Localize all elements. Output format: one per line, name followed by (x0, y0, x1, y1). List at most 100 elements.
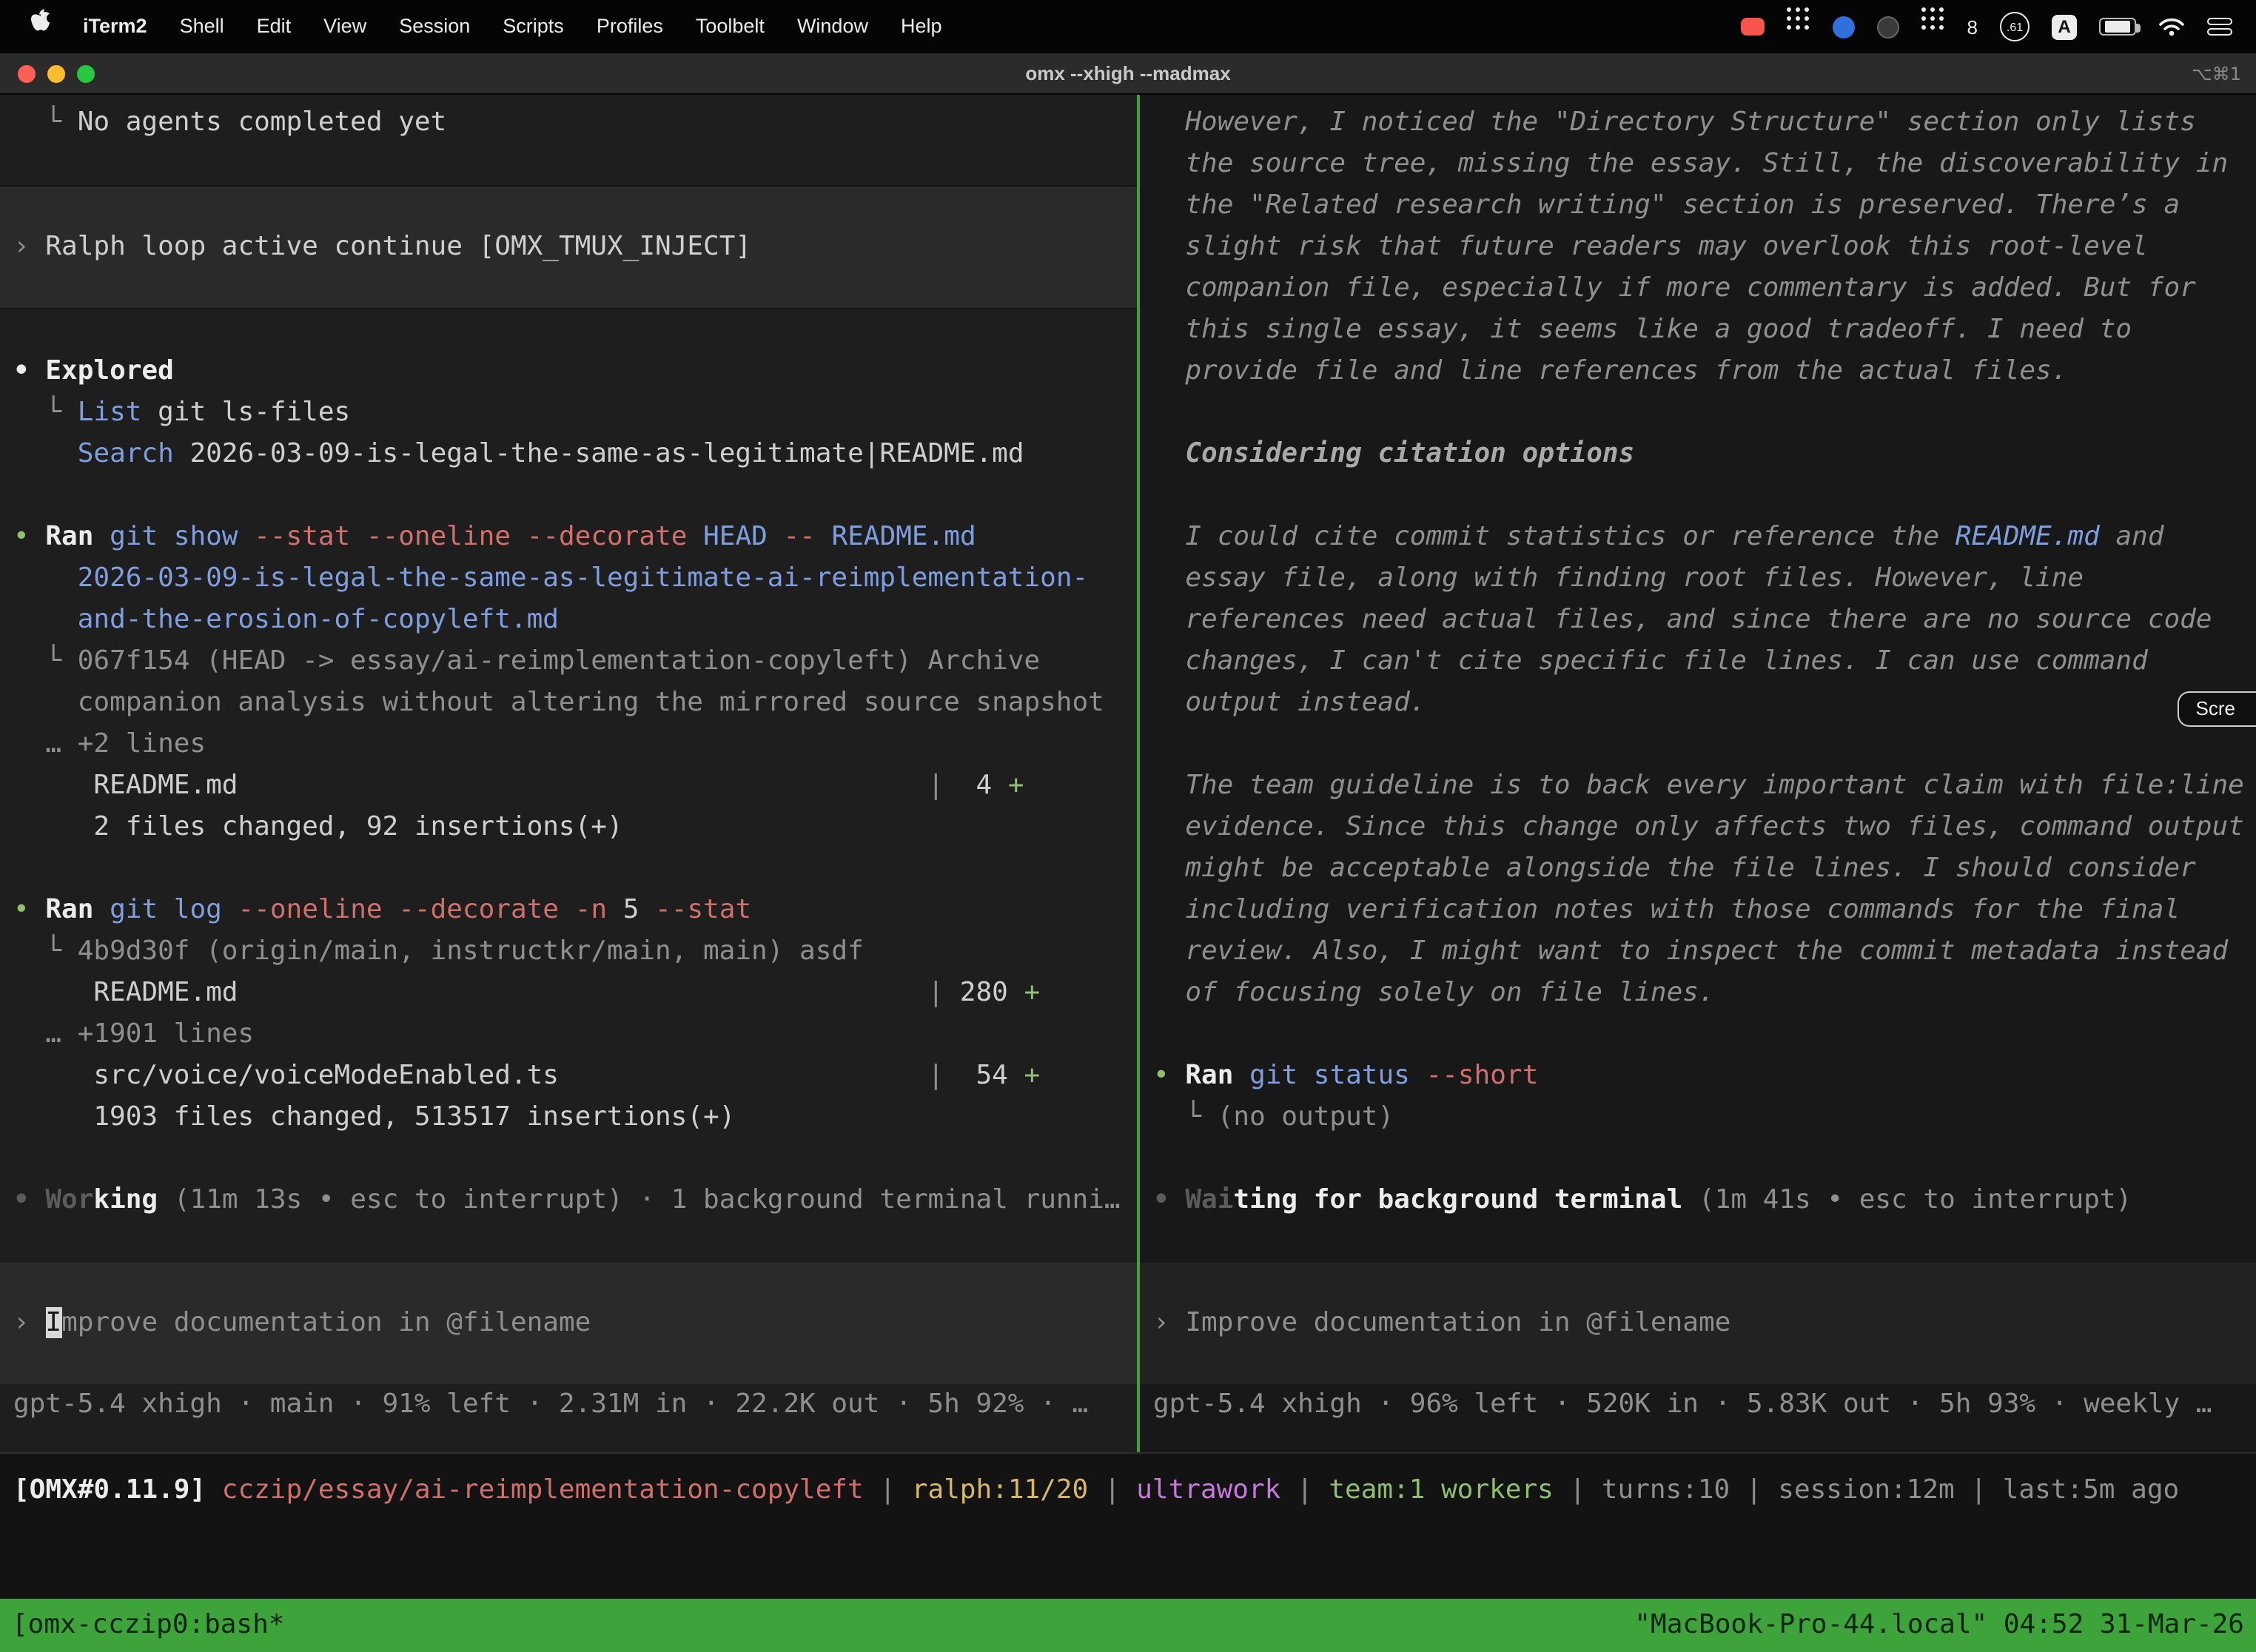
menu-view[interactable]: View (307, 0, 383, 53)
text-run (13, 604, 78, 635)
terminal-line (1140, 1014, 2256, 1055)
text-run: However, I noticed the "Directory Struct… (1153, 107, 2196, 138)
text-run: gpt-5.4 xhigh · 96% left · 520K in · 5.8… (1153, 1389, 2212, 1420)
menu-profiles[interactable]: Profiles (580, 0, 679, 53)
menu-edit[interactable]: Edit (241, 0, 308, 53)
menu-shell[interactable]: Shell (164, 0, 241, 53)
terminal-line: 2026-03-09-is-legal-the-same-as-legitima… (0, 558, 1137, 600)
menu-toolbelt[interactable]: Toolbelt (679, 0, 781, 53)
control-center-icon[interactable] (2207, 18, 2232, 36)
text-run: changes, I can't cite specific file line… (1153, 645, 2148, 676)
text-run: Improve documentation in @filename (1185, 1307, 1730, 1338)
dark-app-icon[interactable] (1877, 16, 1899, 38)
menu-window[interactable]: Window (781, 0, 884, 53)
text-run: including verification notes with those … (1153, 894, 2180, 925)
text-run: git show (110, 521, 238, 552)
text-run: README.md (1955, 521, 2100, 552)
terminal-line: src/voice/voiceModeEnabled.ts | 54 + (0, 1055, 1137, 1097)
text-run: (11m 13s • esc to interrupt) (174, 1184, 623, 1215)
text-run (559, 894, 575, 925)
close-button[interactable] (18, 65, 36, 83)
left-pane[interactable]: └ No agents completed yet › Ralph loop a… (0, 95, 1137, 1452)
terminal-line: of focusing solely on file lines. (1140, 973, 2256, 1014)
wifi-icon[interactable] (2158, 16, 2185, 37)
working-status-line: • Working (11m 13s • esc to interrupt) ·… (0, 1180, 1137, 1221)
battery-percent-icon[interactable]: .61 (2000, 12, 2030, 41)
text-run: README.md (13, 977, 927, 1008)
dot-grid-icon[interactable] (1921, 15, 1945, 38)
text-run: essay file, along with finding root file… (1153, 563, 2084, 594)
apple-menu[interactable] (15, 0, 67, 53)
terminal-line: … +1901 lines (0, 1014, 1137, 1055)
text-run: | (927, 770, 944, 801)
apple-icon (31, 9, 50, 33)
text-run: git ls-files (141, 397, 350, 428)
app-menu-iterm2[interactable]: iTerm2 (67, 0, 164, 53)
omx-status-segment: | (1730, 1474, 1778, 1505)
text-run: Ran (1185, 1060, 1233, 1091)
text-run: --oneline --decorate (238, 894, 560, 925)
text-run: └ (13, 936, 78, 967)
honeycomb-icon[interactable] (1787, 15, 1810, 38)
text-run: › (13, 1307, 45, 1338)
keystroke-icon[interactable]: 8 (1967, 16, 1978, 38)
title-bar[interactable]: omx --xhigh --madmax ⌥⌘1 (0, 53, 2256, 95)
battery-icon[interactable] (2099, 18, 2136, 36)
text-run: --stat --oneline --decorate (254, 521, 687, 552)
menu-scripts[interactable]: Scripts (486, 0, 580, 53)
text-run: No agents completed yet (78, 107, 447, 138)
terminal-line (0, 1138, 1137, 1180)
terminal-window: └ No agents completed yet › Ralph loop a… (0, 95, 2256, 1452)
text-run: might be acceptable alongside the file l… (1153, 853, 2196, 884)
terminal-line (1140, 1138, 2256, 1180)
text-run: • (1153, 1184, 1185, 1215)
prompt-input[interactable]: › Improve documentation in @filename (0, 1263, 1137, 1384)
model-status-line: gpt-5.4 xhigh · main · 91% left · 2.31M … (0, 1384, 1137, 1426)
blue-app-icon[interactable] (1833, 16, 1855, 38)
terminal-line: Search 2026-03-09-is-legal-the-same-as-l… (0, 434, 1137, 475)
text-run: List (78, 397, 142, 428)
terminal-line: README.md | 4 + (0, 765, 1137, 807)
window-title: omx --xhigh --madmax (0, 62, 2256, 84)
omx-status-area: [OMX#0.11.9] cczip/essay/ai-reimplementa… (0, 1452, 2256, 1599)
terminal-line: might be acceptable alongside the file l… (1140, 848, 2256, 890)
input-source-icon[interactable]: A (2052, 14, 2077, 39)
omx-status-segment: ralph:11/20 (912, 1474, 1088, 1505)
menu-help[interactable]: Help (884, 0, 959, 53)
tmux-session-window[interactable]: [omx-cczip0:bash* (12, 1599, 284, 1652)
terminal-line (0, 848, 1137, 890)
text-run: + (1024, 1060, 1041, 1091)
text-run: gpt-5.4 xhigh · main · 91% left · 2.31M … (13, 1389, 1088, 1420)
terminal-line: evidence. Since this change only affects… (1140, 807, 2256, 848)
terminal-line: └ List git ls-files (0, 392, 1137, 434)
zoom-button[interactable] (77, 65, 95, 83)
text-run (13, 563, 78, 594)
terminal-line: including verification notes with those … (1140, 890, 2256, 931)
prompt-input[interactable]: › Improve documentation in @filename (1140, 1263, 2256, 1384)
text-run: README.md (832, 521, 976, 552)
text-run (13, 438, 78, 469)
agents-status-line: └ No agents completed yet (0, 102, 1137, 144)
text-run: companion file, especially if more comme… (1153, 272, 2196, 303)
screen-recording-indicator-icon[interactable] (1741, 18, 1765, 36)
text-run: • (13, 894, 45, 925)
text-run: Ran (45, 894, 93, 925)
text-run: 2026-03-09-is-legal-the-same-as-legitima… (174, 438, 1024, 469)
screen-button[interactable]: Scre (2178, 691, 2256, 727)
text-run: slight risk that future readers may over… (1153, 231, 2148, 262)
text-run: • (13, 355, 45, 386)
text-run: the "Related research writing" section i… (1153, 189, 2180, 221)
text-run: └ (13, 397, 78, 428)
minimize-button[interactable] (47, 65, 65, 83)
text-run: 067f154 (HEAD -> essay/ai-reimplementati… (78, 645, 1040, 676)
terminal-line: essay file, along with finding root file… (1140, 558, 2256, 600)
menu-items: ShellEditViewSessionScriptsProfilesToolb… (164, 0, 959, 53)
model-status-line: gpt-5.4 xhigh · 96% left · 520K in · 5.8… (1140, 1384, 2256, 1426)
menu-session[interactable]: Session (383, 0, 486, 53)
text-run: Ralph loop active continue (45, 231, 478, 262)
right-pane[interactable]: However, I noticed the "Directory Struct… (1140, 95, 2256, 1452)
text-run (687, 521, 703, 552)
tmux-status-bar: [omx-cczip0:bash* "MacBook-Pro-44.local"… (0, 1599, 2256, 1652)
terminal-line: 1903 files changed, 513517 insertions(+) (0, 1097, 1137, 1138)
text-run: Considering citation options (1185, 438, 1634, 469)
